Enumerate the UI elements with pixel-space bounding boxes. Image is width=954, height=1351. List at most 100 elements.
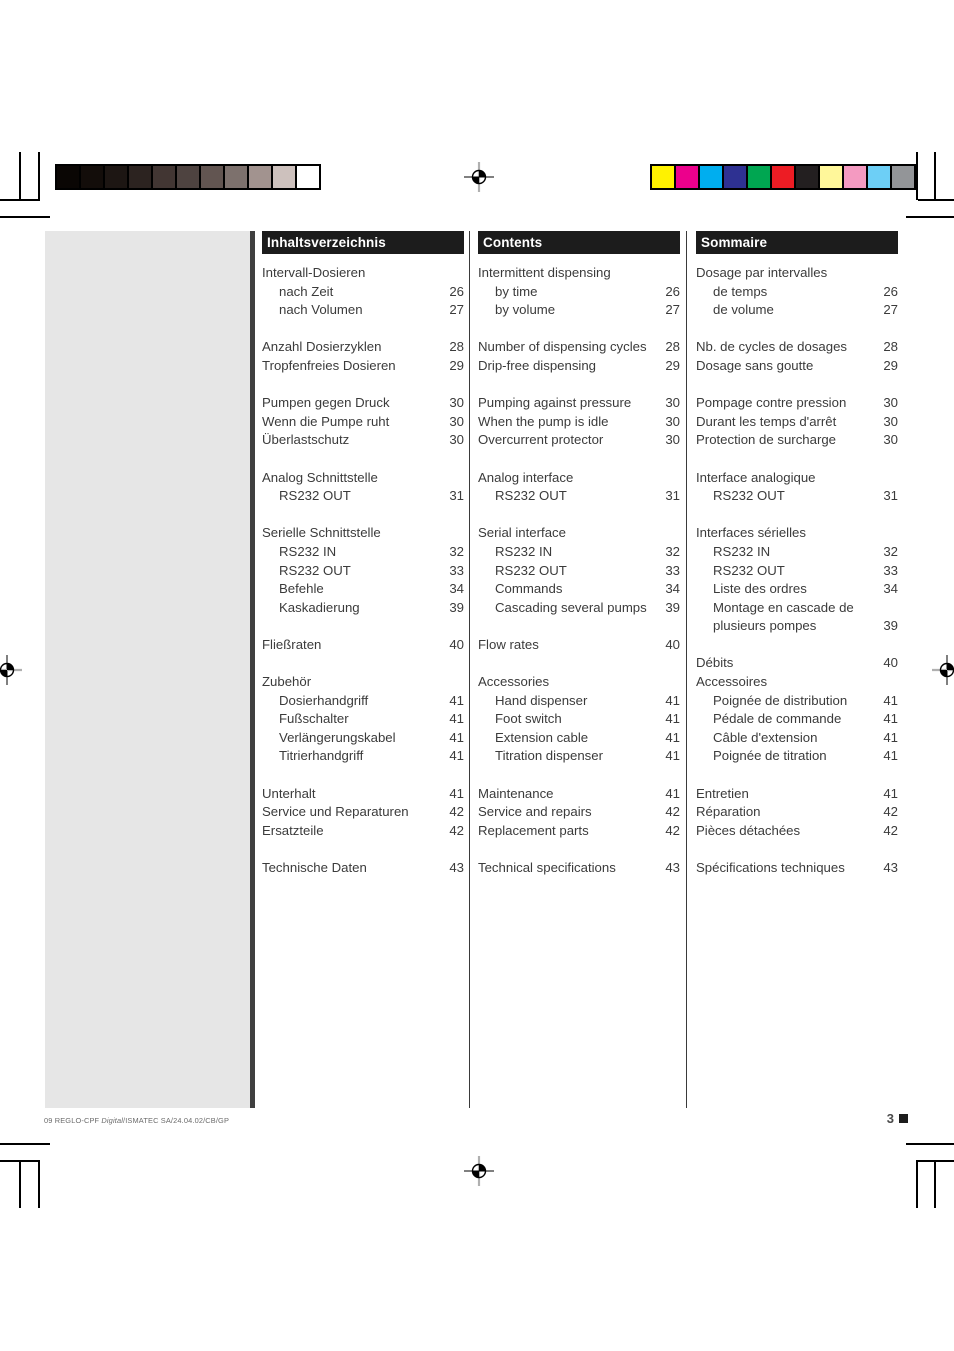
toc-entry[interactable]: Overcurrent protector 30: [478, 431, 680, 450]
toc-entry[interactable]: Titrierhandgriff 41: [262, 747, 464, 766]
toc-entry[interactable]: Pompage contre pression 30: [696, 394, 898, 413]
toc-entry[interactable]: Dosage sans goutte 29: [696, 357, 898, 376]
toc-entry[interactable]: Montage en cascade de: [696, 599, 898, 618]
toc-entry-page-number: 29: [449, 357, 464, 373]
toc-entry-label: Cascading several pumps: [495, 599, 647, 615]
toc-entry[interactable]: Tropfenfreies Dosieren 29: [262, 357, 464, 376]
toc-entry[interactable]: Zubehör: [262, 673, 464, 692]
toc-entry-page-number: 30: [449, 395, 464, 411]
toc-entry-label: Drip-free dispensing: [478, 357, 597, 373]
toc-entry[interactable]: Dosage par intervalles: [696, 264, 898, 283]
toc-entry[interactable]: Entretien 41: [696, 785, 898, 804]
toc-entry[interactable]: RS232 IN 32: [696, 543, 898, 562]
toc-entry[interactable]: Befehle 34: [262, 580, 464, 599]
toc-entry[interactable]: Pumping against pressure 30: [478, 394, 680, 413]
toc-entry[interactable]: Analog interface: [478, 469, 680, 488]
toc-entry[interactable]: Poignée de titration 41: [696, 747, 898, 766]
toc-entry-label: Débits: [696, 655, 734, 671]
toc-entry[interactable]: RS232 OUT 33: [478, 562, 680, 581]
toc-entry[interactable]: Intermittent dispensing: [478, 264, 680, 283]
toc-entry[interactable]: Wenn die Pumpe ruht 30: [262, 413, 464, 432]
toc-entry-label: Overcurrent protector: [478, 432, 604, 448]
toc-entry[interactable]: Kaskadierung 39: [262, 599, 464, 618]
toc-entry[interactable]: de temps 26: [696, 283, 898, 302]
toc-entry[interactable]: Pédale de commande 41: [696, 710, 898, 729]
toc-entry[interactable]: by time 26: [478, 283, 680, 302]
toc-entry[interactable]: Technische Daten 43: [262, 859, 464, 878]
toc-entry[interactable]: Titration dispenser 41: [478, 747, 680, 766]
toc-entry[interactable]: Number of dispensing cycles 28: [478, 338, 680, 357]
toc-entry-label: Entretien: [696, 785, 749, 801]
toc-entry[interactable]: RS232 OUT 31: [262, 487, 464, 506]
toc-entry-label: Technische Daten: [262, 860, 367, 875]
toc-entry[interactable]: nach Volumen 27: [262, 301, 464, 320]
toc-entry[interactable]: Überlastschutz 30: [262, 431, 464, 450]
toc-entry[interactable]: Flow rates 40: [478, 636, 680, 655]
toc-entry-page-number: 41: [449, 692, 464, 708]
toc-entry-label: Befehle: [279, 581, 324, 597]
toc-entry[interactable]: Service and repairs 42: [478, 803, 680, 822]
toc-entry-page-number: 32: [665, 543, 680, 559]
toc-entry[interactable]: Nb. de cycles de dosages 28: [696, 338, 898, 357]
toc-entry[interactable]: RS232 OUT 31: [478, 487, 680, 506]
toc-entry-page-number: 39: [665, 599, 680, 615]
toc-entry[interactable]: Serial interface: [478, 524, 680, 543]
toc-entry[interactable]: Maintenance 41: [478, 785, 680, 804]
toc-entry[interactable]: RS232 OUT 31: [696, 487, 898, 506]
footer-page-number-group: 3: [887, 1111, 908, 1126]
toc-entry[interactable]: When the pump is idle 30: [478, 413, 680, 432]
toc-entry[interactable]: Cascading several pumps 39: [478, 599, 680, 618]
toc-entry[interactable]: Extension cable 41: [478, 729, 680, 748]
toc-entry-label: Foot switch: [495, 711, 562, 727]
toc-entry-label: Analog interface: [478, 469, 574, 485]
toc-entry-page-number: 30: [883, 432, 898, 448]
toc-entry[interactable]: Analog Schnittstelle: [262, 469, 464, 488]
toc-entry[interactable]: nach Zeit 26: [262, 283, 464, 302]
toc-entry[interactable]: Fließraten 40: [262, 636, 464, 655]
toc-entry[interactable]: Dosierhandgriff 41: [262, 692, 464, 711]
toc-entry-page-number: 41: [665, 711, 680, 727]
toc-entry[interactable]: Câble d'extension 41: [696, 729, 898, 748]
toc-entry[interactable]: by volume 27: [478, 301, 680, 320]
toc-entry-label: RS232 OUT: [713, 488, 785, 504]
toc-entry[interactable]: plusieurs pompes 39: [696, 617, 898, 636]
toc-entry[interactable]: Accessoires: [696, 673, 898, 692]
toc-entry-label: Verlängerungskabel: [279, 729, 396, 745]
toc-entry[interactable]: Accessories: [478, 673, 680, 692]
toc-entry[interactable]: Durant les temps d'arrêt 30: [696, 413, 898, 432]
toc-entry[interactable]: Fußschalter 41: [262, 710, 464, 729]
toc-entry[interactable]: Interface analogique: [696, 469, 898, 488]
toc-entry[interactable]: Unterhalt 41: [262, 785, 464, 804]
toc-entry[interactable]: Replacement parts 42: [478, 822, 680, 841]
toc-entry[interactable]: Verlängerungskabel 41: [262, 729, 464, 748]
toc-entry[interactable]: Hand dispenser 41: [478, 692, 680, 711]
toc-entry[interactable]: RS232 OUT 33: [262, 562, 464, 581]
toc-entry[interactable]: Technical specifications 43: [478, 859, 680, 878]
toc-entry[interactable]: Commands 34: [478, 580, 680, 599]
toc-entry[interactable]: Liste des ordres 34: [696, 580, 898, 599]
toc-entry[interactable]: Anzahl Dosierzyklen 28: [262, 338, 464, 357]
toc-entry[interactable]: Poignée de distribution 41: [696, 692, 898, 711]
toc-entry[interactable]: Spécifications techniques 43: [696, 859, 898, 878]
toc-entry-page-number: 27: [883, 302, 898, 318]
toc-entry[interactable]: RS232 IN 32: [478, 543, 680, 562]
toc-entry[interactable]: Débits 40: [696, 654, 898, 673]
toc-entry-label: Interfaces sérielles: [696, 525, 806, 541]
toc-entry[interactable]: Foot switch 41: [478, 710, 680, 729]
toc-entry[interactable]: Interfaces sérielles: [696, 524, 898, 543]
toc-entry[interactable]: Serielle Schnittstelle: [262, 524, 464, 543]
toc-entry[interactable]: de volume 27: [696, 301, 898, 320]
toc-entry[interactable]: Drip-free dispensing 29: [478, 357, 680, 376]
toc-entry[interactable]: RS232 OUT 33: [696, 562, 898, 581]
toc-entry-page-number: 31: [883, 488, 898, 504]
toc-entry-page-number: 41: [883, 692, 898, 708]
toc-entry-page-number: 31: [449, 488, 464, 504]
toc-entry[interactable]: Protection de surcharge 30: [696, 431, 898, 450]
toc-entry[interactable]: Intervall-Dosieren: [262, 264, 464, 283]
toc-entry[interactable]: Réparation 42: [696, 803, 898, 822]
toc-entry[interactable]: Ersatzteile 42: [262, 822, 464, 841]
toc-entry[interactable]: Service und Reparaturen 42: [262, 803, 464, 822]
toc-entry[interactable]: Pumpen gegen Druck 30: [262, 394, 464, 413]
toc-entry[interactable]: RS232 IN 32: [262, 543, 464, 562]
toc-entry[interactable]: Pièces détachées 42: [696, 822, 898, 841]
